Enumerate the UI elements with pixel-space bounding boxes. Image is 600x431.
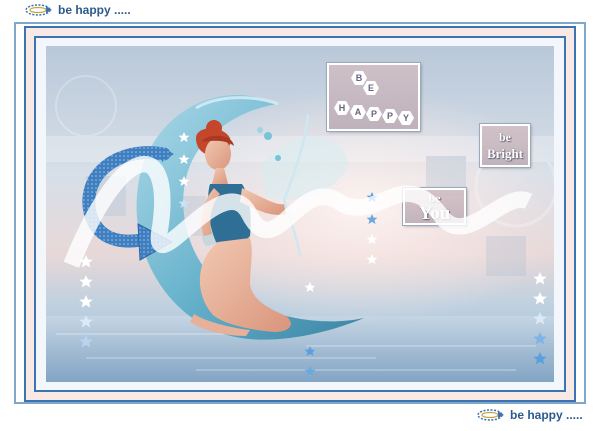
caption-top-text: be happy ..... xyxy=(58,3,131,17)
artwork-scene: B E H A P P Y be Bright be You xyxy=(46,46,554,382)
caption-top: be happy ..... xyxy=(24,3,131,17)
swirl-arrow-icon xyxy=(477,409,504,421)
caption-bottom-text: be happy ..... xyxy=(510,408,583,422)
swirl-arrow-icon xyxy=(25,4,52,16)
signature-watermark xyxy=(63,156,533,268)
caption-bottom: be happy ..... xyxy=(476,408,583,422)
